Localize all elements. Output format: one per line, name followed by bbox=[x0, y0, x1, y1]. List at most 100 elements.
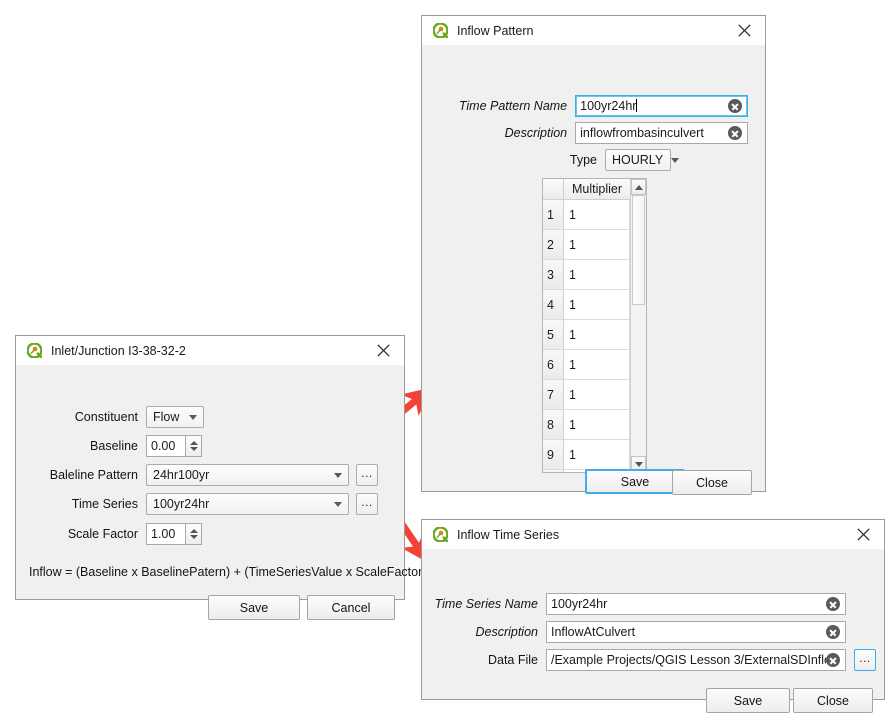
data-file-label: Data File bbox=[422, 653, 546, 667]
data-file-row: Data File /Example Projects/QGIS Lesson … bbox=[422, 649, 882, 671]
time-series-close-button[interactable]: Close bbox=[793, 688, 873, 713]
qgis-logo-icon bbox=[27, 343, 42, 358]
time-series-name-row: Time Series Name 100yr24hr bbox=[422, 593, 872, 615]
row-header bbox=[543, 470, 564, 472]
table-row[interactable]: 11 bbox=[543, 200, 630, 230]
table-row[interactable]: 61 bbox=[543, 350, 630, 380]
baseline-pattern-select[interactable]: 24hr100yr bbox=[146, 464, 349, 486]
inlet-save-button[interactable]: Save bbox=[208, 595, 300, 620]
baseline-spin-buttons[interactable] bbox=[185, 435, 202, 457]
pattern-type-select[interactable]: HOURLY bbox=[605, 149, 671, 171]
time-series-name-value: 100yr24hr bbox=[547, 597, 826, 611]
cell-multiplier[interactable]: 1 bbox=[564, 230, 630, 260]
pattern-description-input[interactable]: inflowfrombasinculvert bbox=[575, 122, 748, 144]
chevron-down-icon bbox=[189, 415, 197, 420]
cell-multiplier[interactable]: 1 bbox=[564, 320, 630, 350]
close-icon[interactable] bbox=[731, 18, 757, 44]
time-pattern-name-label: Time Pattern Name bbox=[422, 99, 575, 113]
table-row[interactable]: 41 bbox=[543, 290, 630, 320]
baseline-value[interactable]: 0.00 bbox=[146, 435, 185, 457]
baseline-stepper[interactable]: 0.00 bbox=[146, 435, 202, 457]
time-pattern-name-value: 100yr24hr bbox=[580, 99, 636, 113]
pattern-close-label: Close bbox=[696, 476, 728, 490]
time-series-label: Time Series bbox=[16, 497, 146, 511]
constituent-select[interactable]: Flow bbox=[146, 406, 204, 428]
multiplier-table[interactable]: Multiplier 112131415161718191 bbox=[542, 178, 647, 473]
scale-factor-stepper[interactable]: 1.00 bbox=[146, 523, 202, 545]
data-file-input[interactable]: /Example Projects/QGIS Lesson 3/External… bbox=[546, 649, 846, 671]
table-row[interactable]: 81 bbox=[543, 410, 630, 440]
clear-icon[interactable] bbox=[826, 653, 840, 667]
spin-up-icon[interactable] bbox=[190, 529, 198, 533]
baseline-pattern-row: Baleline Pattern 24hr100yr ... bbox=[16, 464, 396, 486]
scroll-thumb[interactable] bbox=[632, 195, 645, 305]
inflow-formula-text: Inflow = (Baseline x BaselinePatern) + (… bbox=[29, 565, 426, 579]
inflow-pattern-dialog[interactable]: Inflow Pattern Time Pattern Name 100yr24… bbox=[421, 15, 766, 492]
scale-factor-value[interactable]: 1.00 bbox=[146, 523, 185, 545]
inlet-junction-dialog[interactable]: Inlet/Junction I3-38-32-2 Constituent Fl… bbox=[15, 335, 405, 600]
table-row[interactable]: 21 bbox=[543, 230, 630, 260]
scale-factor-label: Scale Factor bbox=[16, 527, 146, 541]
pattern-type-label: Type bbox=[422, 153, 605, 167]
scroll-up-icon[interactable] bbox=[631, 179, 646, 195]
inlet-cancel-button[interactable]: Cancel bbox=[307, 595, 395, 620]
cell-multiplier[interactable]: 1 bbox=[564, 260, 630, 290]
data-file-browse-button[interactable]: ... bbox=[854, 649, 876, 671]
close-icon[interactable] bbox=[850, 522, 876, 548]
inlet-save-label: Save bbox=[240, 601, 269, 615]
inflow-pattern-title: Inflow Pattern bbox=[457, 24, 533, 38]
pattern-description-row: Description inflowfrombasinculvert bbox=[422, 122, 748, 144]
spin-down-icon[interactable] bbox=[190, 447, 198, 451]
time-pattern-name-input[interactable]: 100yr24hr bbox=[575, 95, 748, 117]
pattern-close-button[interactable]: Close bbox=[672, 470, 752, 495]
time-series-browse-button[interactable]: ... bbox=[356, 493, 378, 515]
constituent-row: Constituent Flow bbox=[16, 406, 396, 428]
time-series-close-label: Close bbox=[817, 694, 849, 708]
cell-multiplier[interactable]: 1 bbox=[564, 440, 630, 470]
clear-icon[interactable] bbox=[728, 99, 742, 113]
cell-multiplier[interactable]: 1 bbox=[564, 200, 630, 230]
cell-multiplier[interactable]: 1 bbox=[564, 410, 630, 440]
table-vertical-scrollbar[interactable] bbox=[630, 179, 646, 472]
scale-factor-spin-buttons[interactable] bbox=[185, 523, 202, 545]
baseline-label: Baseline bbox=[16, 439, 146, 453]
time-series-name-input[interactable]: 100yr24hr bbox=[546, 593, 846, 615]
time-series-save-button[interactable]: Save bbox=[706, 688, 790, 713]
baseline-row: Baseline 0.00 bbox=[16, 435, 396, 457]
spin-up-icon[interactable] bbox=[190, 441, 198, 445]
close-icon[interactable] bbox=[370, 338, 396, 364]
clear-icon[interactable] bbox=[826, 597, 840, 611]
cell-multiplier[interactable]: 1 bbox=[564, 380, 630, 410]
pattern-save-button[interactable]: Save bbox=[585, 469, 685, 494]
browse-label: ... bbox=[859, 651, 871, 665]
scroll-track[interactable] bbox=[631, 195, 646, 456]
table-row[interactable]: 71 bbox=[543, 380, 630, 410]
clear-icon[interactable] bbox=[728, 126, 742, 140]
inflow-time-series-dialog[interactable]: Inflow Time Series Time Series Name 100y… bbox=[421, 519, 885, 700]
row-header: 7 bbox=[543, 380, 564, 410]
pattern-save-label: Save bbox=[621, 475, 650, 489]
baseline-pattern-value: 24hr100yr bbox=[153, 468, 326, 482]
pattern-description-label: Description bbox=[422, 126, 575, 140]
cell-multiplier[interactable]: 1 bbox=[564, 290, 630, 320]
time-series-description-input[interactable]: InflowAtCulvert bbox=[546, 621, 846, 643]
table-row[interactable]: 91 bbox=[543, 440, 630, 470]
time-series-select[interactable]: 100yr24hr bbox=[146, 493, 349, 515]
row-header: 6 bbox=[543, 350, 564, 380]
multiplier-table-grid: Multiplier 112131415161718191 bbox=[543, 179, 630, 472]
baseline-pattern-label: Baleline Pattern bbox=[16, 468, 146, 482]
spin-down-icon[interactable] bbox=[190, 535, 198, 539]
table-row[interactable]: 51 bbox=[543, 320, 630, 350]
browse-label: ... bbox=[361, 495, 373, 509]
table-row[interactable]: 31 bbox=[543, 260, 630, 290]
row-header: 3 bbox=[543, 260, 564, 290]
chevron-down-icon bbox=[334, 473, 342, 478]
clear-icon[interactable] bbox=[826, 625, 840, 639]
qgis-logo-icon bbox=[433, 23, 448, 38]
text-caret bbox=[636, 99, 637, 112]
constituent-label: Constituent bbox=[16, 410, 146, 424]
row-header: 8 bbox=[543, 410, 564, 440]
baseline-pattern-browse-button[interactable]: ... bbox=[356, 464, 378, 486]
inflow-time-series-title: Inflow Time Series bbox=[457, 528, 559, 542]
cell-multiplier[interactable]: 1 bbox=[564, 350, 630, 380]
